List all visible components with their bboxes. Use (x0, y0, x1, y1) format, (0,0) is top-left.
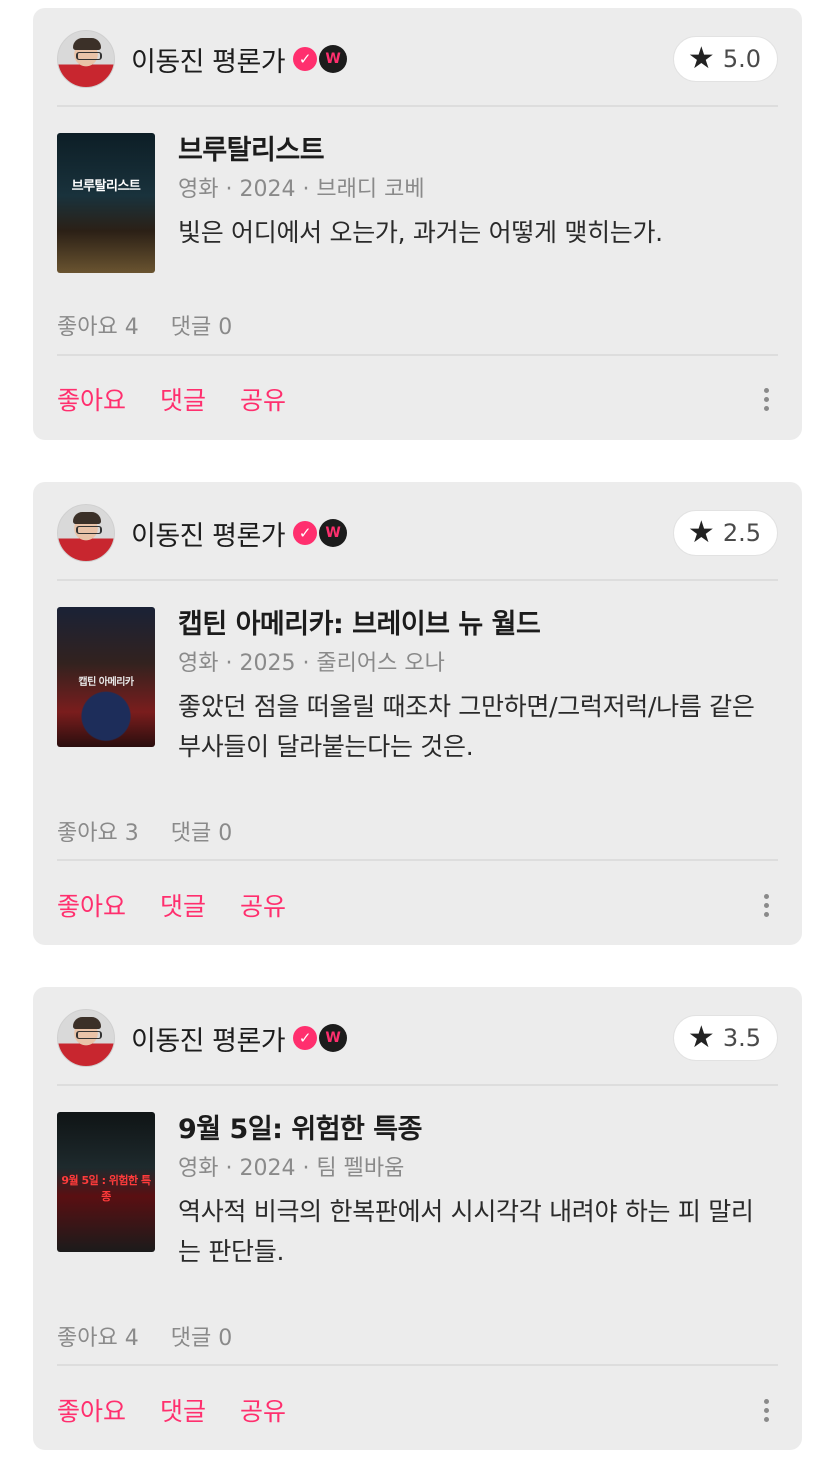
movie-meta: 영화 · 2024 · 팀 펠바움 (178, 1156, 405, 1181)
movie-title[interactable]: 브루탈리스트 (178, 133, 772, 169)
comment-count: 댓글 0 (170, 315, 233, 340)
verified-check-icon: ✓ (293, 47, 318, 71)
comment-count: 댓글 0 (170, 821, 233, 846)
review-stats: 좋아요 4 댓글 0 (57, 1320, 232, 1352)
watcha-w-icon: W (321, 521, 346, 545)
like-count: 좋아요 4 (57, 315, 139, 340)
divider (57, 579, 778, 581)
like-button[interactable]: 좋아요 (57, 381, 126, 417)
share-button[interactable]: 공유 (240, 887, 286, 923)
rating-value: 5.0 (722, 45, 761, 73)
avatar[interactable] (57, 1009, 115, 1067)
more-options-icon[interactable] (754, 387, 778, 411)
like-button[interactable]: 좋아요 (57, 1392, 126, 1428)
review-header: 이동진 평론가 ✓ W ★ 5.0 (57, 30, 778, 88)
star-icon: ★ (687, 41, 715, 76)
avatar[interactable] (57, 30, 115, 88)
review-card[interactable]: 이동진 평론가 ✓ W ★ 5.0 브루탈리스트 브루탈리스트 영화 · 202… (33, 8, 802, 440)
share-button[interactable]: 공유 (240, 1392, 286, 1428)
movie-meta: 영화 · 2025 · 줄리어스 오나 (178, 651, 445, 676)
movie-info[interactable]: 브루탈리스트 영화 · 2024 · 브래디 코베 빛은 어디에서 오는가, 과… (178, 133, 772, 253)
like-button[interactable]: 좋아요 (57, 887, 126, 923)
watcha-w-icon: W (321, 1026, 346, 1050)
comment-button[interactable]: 댓글 (160, 887, 206, 923)
review-stats: 좋아요 4 댓글 0 (57, 309, 232, 341)
action-bar: 좋아요 댓글 공유 (57, 381, 778, 417)
poster-title-text: 브루탈리스트 (71, 179, 141, 194)
rating-badge: ★ 5.0 (672, 36, 778, 82)
share-button[interactable]: 공유 (240, 381, 286, 417)
verified-check-icon: ✓ (293, 521, 318, 545)
star-icon: ★ (687, 515, 715, 550)
like-count: 좋아요 3 (57, 821, 139, 846)
author-name[interactable]: 이동진 평론가 (131, 40, 286, 79)
review-header: 이동진 평론가 ✓ W ★ 3.5 (57, 1009, 778, 1067)
review-header: 이동진 평론가 ✓ W ★ 2.5 (57, 504, 778, 562)
more-options-icon[interactable] (754, 1398, 778, 1422)
movie-poster[interactable]: 브루탈리스트 (57, 133, 155, 273)
divider (57, 354, 778, 356)
movie-poster[interactable]: 9월 5일 : 위험한 특종 (57, 1112, 155, 1252)
more-options-icon[interactable] (754, 893, 778, 917)
rating-value: 3.5 (722, 1024, 761, 1052)
review-text: 빛은 어디에서 오는가, 과거는 어떻게 맺히는가. (178, 218, 663, 247)
rating-badge: ★ 2.5 (672, 510, 778, 556)
star-icon: ★ (687, 1020, 715, 1055)
author-name[interactable]: 이동진 평론가 (131, 514, 286, 553)
divider (57, 1364, 778, 1366)
action-bar: 좋아요 댓글 공유 (57, 887, 778, 923)
action-bar: 좋아요 댓글 공유 (57, 1392, 778, 1428)
movie-title[interactable]: 캡틴 아메리카: 브레이브 뉴 월드 (178, 607, 772, 643)
movie-info[interactable]: 9월 5일: 위험한 특종 영화 · 2024 · 팀 펠바움 역사적 비극의 … (178, 1112, 772, 1272)
author-name[interactable]: 이동진 평론가 (131, 1019, 286, 1058)
review-text: 역사적 비극의 한복판에서 시시각각 내려야 하는 피 말리는 판단들. (178, 1197, 754, 1266)
divider (57, 105, 778, 107)
like-count: 좋아요 4 (57, 1326, 139, 1351)
review-text: 좋았던 점을 떠올릴 때조차 그만하면/그럭저럭/나름 같은 부사들이 달라붙는… (178, 692, 755, 761)
comment-count: 댓글 0 (170, 1326, 233, 1351)
watcha-w-icon: W (321, 47, 346, 71)
movie-info[interactable]: 캡틴 아메리카: 브레이브 뉴 월드 영화 · 2025 · 줄리어스 오나 좋… (178, 607, 772, 767)
review-card[interactable]: 이동진 평론가 ✓ W ★ 2.5 캡틴 아메리카 캡틴 아메리카: 브레이브 … (33, 482, 802, 945)
avatar[interactable] (57, 504, 115, 562)
movie-poster[interactable]: 캡틴 아메리카 (57, 607, 155, 747)
movie-title[interactable]: 9월 5일: 위험한 특종 (178, 1112, 772, 1148)
movie-meta: 영화 · 2024 · 브래디 코베 (178, 177, 425, 202)
review-stats: 좋아요 3 댓글 0 (57, 815, 232, 847)
rating-badge: ★ 3.5 (672, 1015, 778, 1061)
divider (57, 1084, 778, 1086)
verified-check-icon: ✓ (293, 1026, 318, 1050)
rating-value: 2.5 (722, 519, 761, 547)
divider (57, 859, 778, 861)
poster-title-text: 9월 5일 : 위험한 특종 (61, 1174, 151, 1203)
review-card[interactable]: 이동진 평론가 ✓ W ★ 3.5 9월 5일 : 위험한 특종 9월 5일: … (33, 987, 802, 1450)
comment-button[interactable]: 댓글 (160, 381, 206, 417)
comment-button[interactable]: 댓글 (160, 1392, 206, 1428)
poster-title-text: 캡틴 아메리카 (78, 677, 134, 688)
